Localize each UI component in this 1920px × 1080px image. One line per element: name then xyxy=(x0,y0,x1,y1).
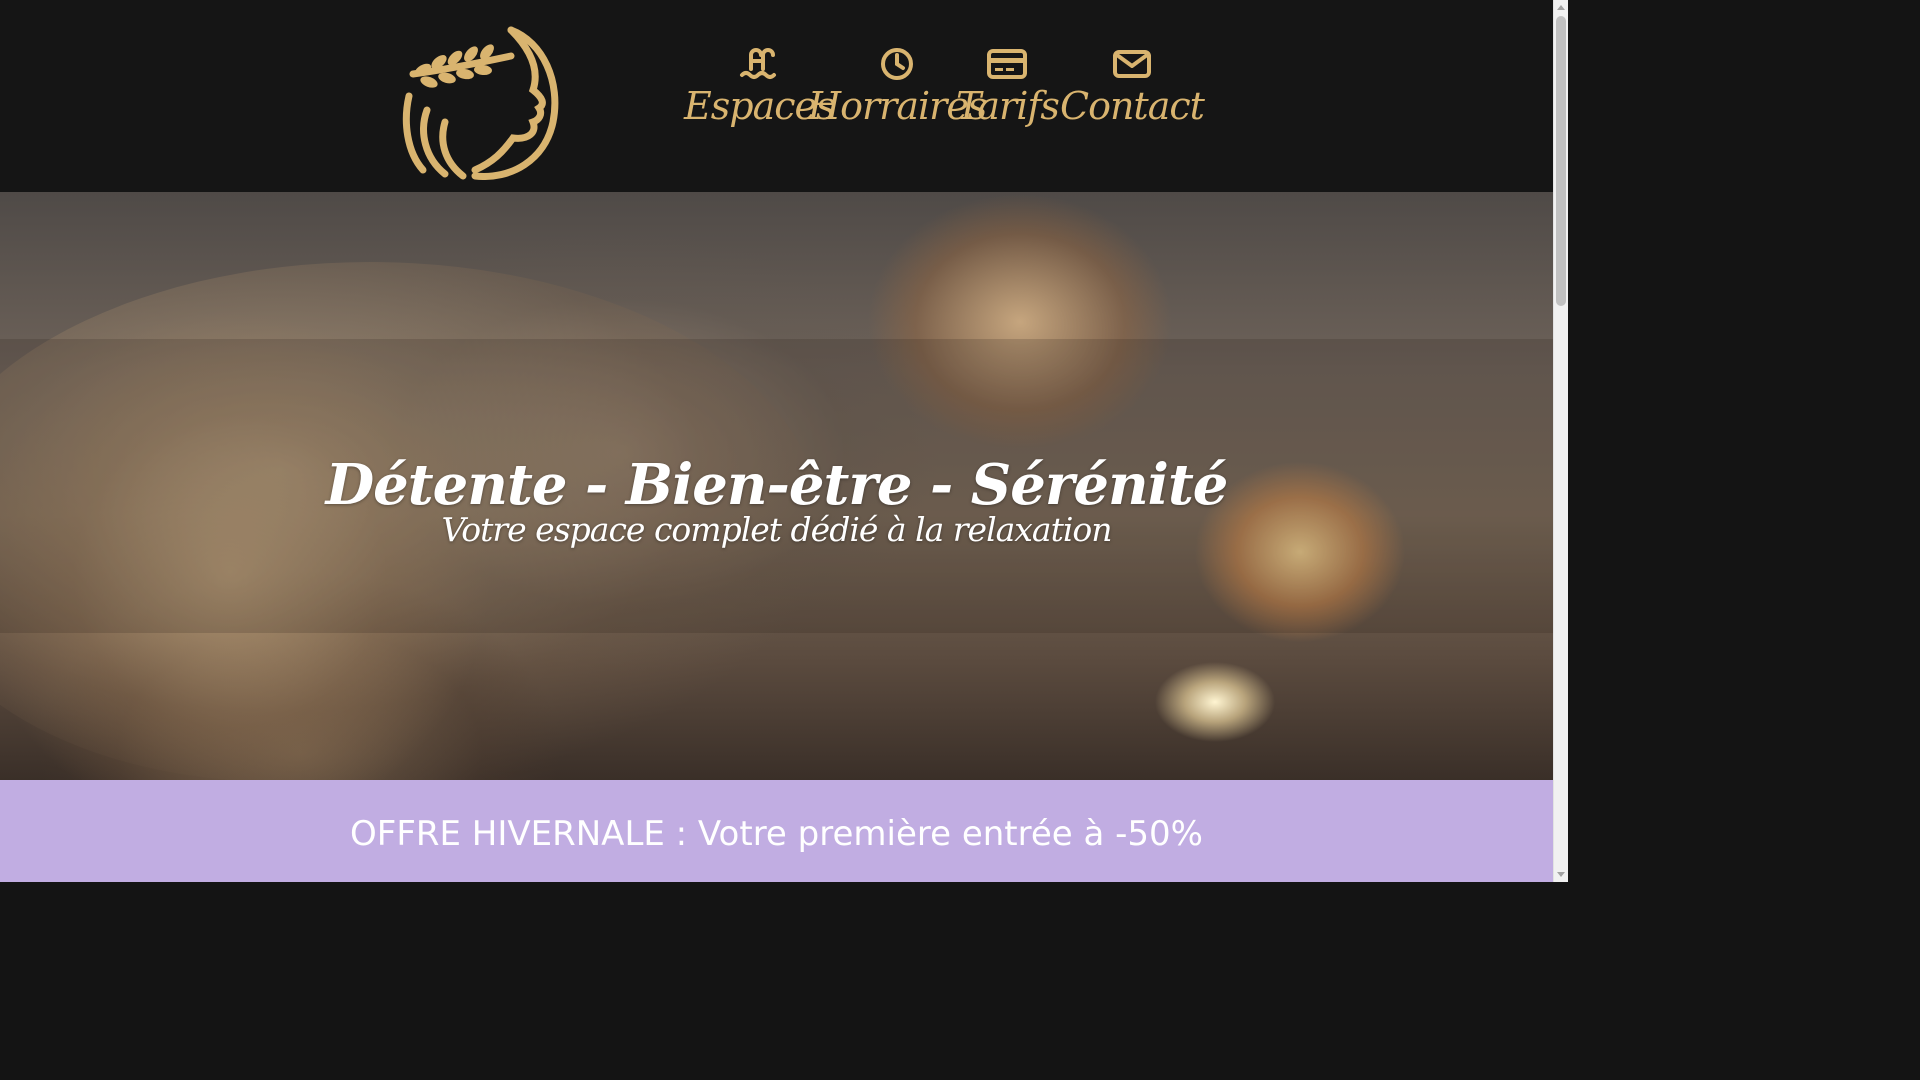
offer-text: OFFRE HIVERNALE : Votre première entrée … xyxy=(350,814,1203,854)
clock-icon xyxy=(877,46,917,82)
nav-label-tarifs: Tarifs xyxy=(956,84,1060,128)
credit-card-icon xyxy=(987,46,1028,82)
envelope-icon xyxy=(1112,46,1152,82)
woman-profile-laurel-logo-icon xyxy=(402,26,559,180)
scroll-up-arrow-icon[interactable] xyxy=(1557,5,1565,10)
site-header: Espaces Horraires Tarifs Contact xyxy=(0,0,1553,192)
nav-item-tarifs[interactable]: Tarifs xyxy=(956,46,1060,128)
scroll-thumb[interactable] xyxy=(1556,16,1566,306)
hero-title: Détente - Bien-être - Sérénité xyxy=(325,451,1229,518)
scroll-down-arrow-icon[interactable] xyxy=(1557,872,1565,877)
nav-label-contact: Contact xyxy=(1060,84,1205,128)
hero-banner: Détente - Bien-être - Sérénité Votre esp… xyxy=(0,192,1553,780)
offer-banner: OFFRE HIVERNALE : Votre première entrée … xyxy=(0,780,1553,882)
vertical-scrollbar[interactable] xyxy=(1553,0,1568,882)
site-logo[interactable] xyxy=(393,12,561,180)
nav-item-contact[interactable]: Contact xyxy=(1060,46,1205,128)
hero-subtitle: Votre espace complet dédié à la relaxati… xyxy=(441,510,1112,549)
pool-ladder-icon xyxy=(739,46,779,82)
page-viewport: Espaces Horraires Tarifs Contact Détente… xyxy=(0,0,1553,882)
